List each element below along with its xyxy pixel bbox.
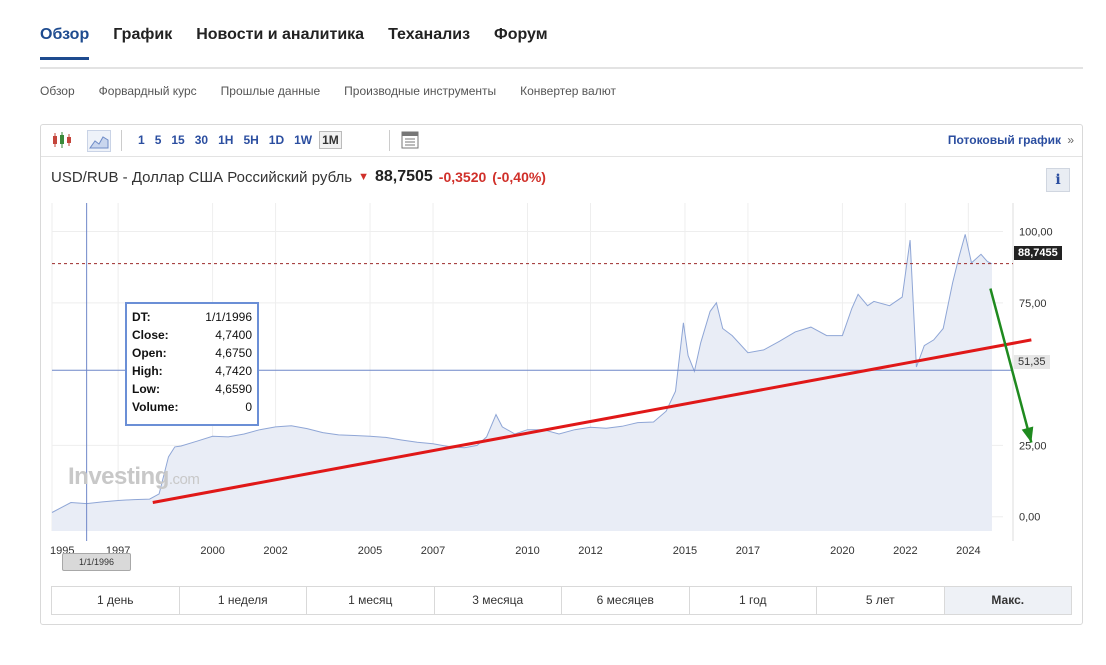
range-6-months[interactable]: 6 месяцев <box>562 587 690 614</box>
main-tabs: Обзор График Новости и аналитика Теханал… <box>40 26 548 60</box>
subnav-overview[interactable]: Обзор <box>40 84 75 98</box>
x-tick-label: 2005 <box>358 545 382 557</box>
tooltip-key: DT: <box>132 310 151 324</box>
tooltip-value: 1/1/1996 <box>205 310 252 324</box>
tab-technical[interactable]: Теханализ <box>388 26 470 60</box>
tooltip-value: 0 <box>245 400 252 414</box>
investing-watermark: Investing.com <box>68 463 200 491</box>
watermark-main: Investing <box>68 463 169 490</box>
y-tick-label: 75,00 <box>1019 298 1047 310</box>
tooltip-key: Low: <box>132 382 160 396</box>
tooltip-row: DT: 1/1/1996 <box>132 310 252 324</box>
range-max[interactable]: Макс. <box>944 587 1071 614</box>
time-range-selector: 1 день 1 неделя 1 месяц 3 месяца 6 месяц… <box>51 586 1072 615</box>
subnav-historical-data[interactable]: Прошлые данные <box>221 84 320 98</box>
x-tick-label: 2022 <box>893 545 917 557</box>
subnav-currency-converter[interactable]: Конвертер валют <box>520 84 616 98</box>
subnav-derivatives[interactable]: Производные инструменты <box>344 84 496 98</box>
x-tick-label: 2017 <box>736 545 760 557</box>
x-tick-label: 2000 <box>200 545 224 557</box>
x-tick-label: 2015 <box>673 545 697 557</box>
tooltip-key: Close: <box>132 328 169 342</box>
tooltip-value: 4,7400 <box>215 328 252 342</box>
chart-panel: 1 5 15 30 1H 5H 1D 1W 1M Потоковый графи… <box>40 124 1083 625</box>
y-tick-label: 25,00 <box>1019 440 1047 452</box>
crosshair-date-badge: 1/1/1996 <box>62 553 131 571</box>
range-5-years[interactable]: 5 лет <box>817 587 945 614</box>
x-tick-label: 2007 <box>421 545 445 557</box>
sub-navigation: Обзор Форвардный курс Прошлые данные Про… <box>40 84 616 98</box>
range-1-day[interactable]: 1 день <box>52 587 180 614</box>
current-price-tag: 88,7455 <box>1014 246 1062 260</box>
tab-overview[interactable]: Обзор <box>40 26 90 60</box>
x-tick-label: 2024 <box>956 545 980 557</box>
tooltip-row: Open: 4,6750 <box>132 346 252 360</box>
range-1-year[interactable]: 1 год <box>690 587 817 614</box>
tooltip-key: Volume: <box>132 400 179 414</box>
tooltip-row: Close: 4,7400 <box>132 328 252 342</box>
tab-chart[interactable]: График <box>113 26 172 60</box>
y-tick-label: 100,00 <box>1019 227 1053 239</box>
tabs-divider <box>40 67 1083 69</box>
x-tick-label: 2012 <box>578 545 602 557</box>
tooltip-value: 4,6590 <box>215 382 252 396</box>
tooltip-key: Open: <box>132 346 167 360</box>
tooltip-key: High: <box>132 364 163 378</box>
tab-forum[interactable]: Форум <box>494 26 548 60</box>
x-tick-label: 2020 <box>830 545 854 557</box>
crosshair-value-tag: 51,35 <box>1014 355 1050 369</box>
data-tooltip: DT: 1/1/1996 Close: 4,7400 Open: 4,6750 Hig… <box>125 302 259 426</box>
watermark-suffix: .com <box>168 471 200 488</box>
range-3-months[interactable]: 3 месяца <box>435 587 562 614</box>
range-1-week[interactable]: 1 неделя <box>180 587 307 614</box>
y-tick-label: 0,00 <box>1019 512 1040 524</box>
tooltip-value: 4,6750 <box>215 346 252 360</box>
x-tick-label: 2010 <box>515 545 539 557</box>
subnav-forward-rate[interactable]: Форвардный курс <box>99 84 197 98</box>
tab-news[interactable]: Новости и аналитика <box>196 26 364 60</box>
x-tick-label: 2002 <box>263 545 287 557</box>
tooltip-row: Low: 4,6590 <box>132 382 252 396</box>
tooltip-row: High: 4,7420 <box>132 364 252 378</box>
tooltip-value: 4,7420 <box>215 364 252 378</box>
range-1-month[interactable]: 1 месяц <box>307 587 435 614</box>
tooltip-row: Volume: 0 <box>132 400 252 414</box>
